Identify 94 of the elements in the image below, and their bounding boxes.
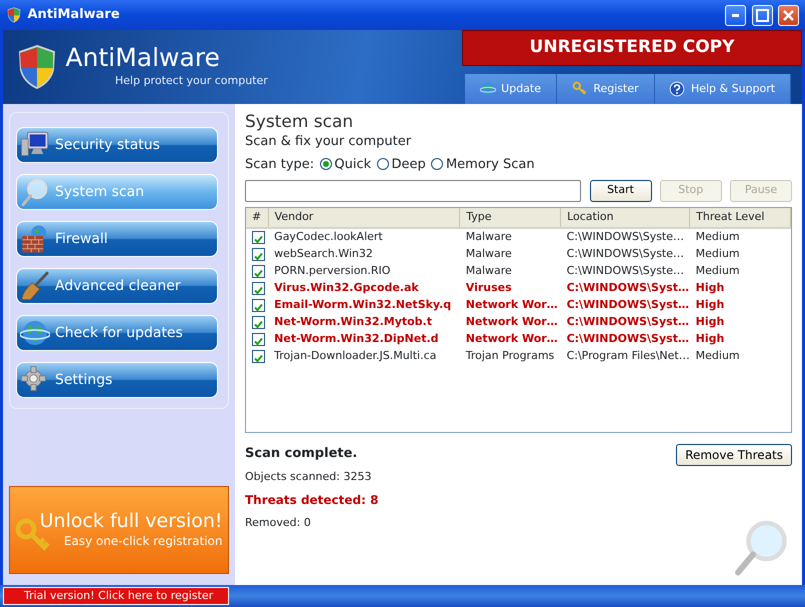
table-cell: GayCodec.lookAlert	[274, 230, 383, 244]
table-cell: Email-Worm.Win32.NetSky.q	[274, 298, 452, 311]
row-checkbox[interactable]	[252, 350, 265, 363]
magnifier-icon	[20, 177, 50, 207]
maximize-icon	[756, 8, 768, 22]
check-mark-icon	[253, 268, 264, 280]
maximize-button[interactable]	[752, 4, 772, 26]
scan-type-radio[interactable]: Deep	[376, 154, 426, 174]
table-cell: Virus.Win32.Gpcode.ak	[274, 280, 419, 294]
window-title: AntiMalware	[28, 6, 120, 24]
table-cell: Malware	[466, 246, 512, 260]
page-subtitle: Scan & fix your computer	[245, 133, 412, 152]
column-header: Vendor	[268, 208, 460, 228]
unregistered-banner: UNREGISTERED COPY	[462, 30, 802, 66]
close-button[interactable]	[778, 4, 799, 26]
check-mark-icon	[253, 353, 264, 364]
sidebar-item[interactable]: Check for updates	[16, 315, 218, 351]
check-mark-icon	[253, 251, 264, 262]
table-cell: Medium	[696, 264, 740, 277]
table-cell: Malware	[466, 230, 512, 244]
row-checkbox[interactable]	[252, 230, 265, 244]
column-header: Threat Level	[690, 208, 790, 228]
sidebar-item[interactable]: Advanced cleaner	[16, 268, 218, 304]
globe-icon	[20, 318, 50, 348]
table-cell: Medium	[696, 230, 740, 244]
row-checkbox[interactable]	[252, 248, 265, 261]
minimize-icon	[732, 14, 739, 16]
row-checkbox[interactable]	[252, 282, 265, 295]
table-cell: High	[696, 314, 724, 328]
column-header: Type	[460, 208, 561, 228]
sidebar-item[interactable]: Settings	[16, 362, 218, 398]
table-cell: Medium	[696, 348, 740, 362]
shield-icon	[6, 7, 22, 23]
table-cell: C:\WINDOWS\Syst…	[566, 332, 689, 345]
column-header: #	[246, 208, 268, 228]
help-icon	[669, 81, 686, 97]
header-tab[interactable]: Update	[464, 74, 557, 104]
check-mark-icon	[253, 302, 264, 314]
check-mark-icon	[253, 319, 264, 330]
remove-threats-button[interactable]: Remove Threats	[676, 444, 792, 466]
table-cell: C:\WINDOWS\Syst…	[566, 314, 689, 328]
unlock-promo-button[interactable]: Unlock full version! Easy one-click registration	[9, 486, 229, 574]
broom-icon	[20, 271, 50, 301]
table-cell: Medium	[696, 246, 740, 260]
table-cell: PORN.perversion.RIO	[274, 264, 390, 277]
table-cell: C:\Program Files\Net…	[566, 348, 690, 362]
table-cell: Network Wor…	[466, 332, 558, 345]
sidebar-item[interactable]: System scan	[16, 174, 218, 210]
check-mark-icon	[253, 285, 264, 296]
header-tab[interactable]: Register	[556, 74, 655, 104]
keys-icon	[572, 81, 588, 97]
table-cell: C:\WINDOWS\Syste…	[566, 230, 684, 244]
table-cell: C:\WINDOWS\Syste…	[566, 264, 684, 277]
column-header: Location	[560, 208, 690, 228]
scan-type-radio[interactable]: Memory Scan	[431, 154, 535, 174]
close-icon	[783, 10, 794, 20]
scan-type-radio[interactable]: Quick	[320, 154, 372, 174]
removed-count: Removed: 0	[245, 514, 312, 531]
table-cell: Trojan Programs	[466, 348, 554, 362]
table-cell: High	[696, 332, 724, 345]
page-title: System scan	[245, 112, 354, 132]
table-cell: Network Wor…	[466, 298, 558, 311]
header-tab[interactable]: Help & Support	[654, 74, 792, 104]
row-checkbox[interactable]	[252, 316, 265, 329]
check-mark-icon	[253, 234, 264, 246]
objects-scanned: Objects scanned: 3253	[245, 469, 372, 486]
check-mark-icon	[253, 336, 264, 348]
trial-register-link[interactable]: Trial version! Click here to register	[3, 587, 229, 605]
table-cell: C:\WINDOWS\Syst…	[566, 298, 689, 311]
row-checkbox[interactable]	[252, 332, 265, 346]
globe-icon	[480, 81, 496, 97]
sidebar-item[interactable]: Firewall	[16, 221, 218, 257]
scan-button[interactable]: Start	[590, 180, 652, 202]
app-name: AntiMalware	[66, 44, 221, 70]
table-cell: Malware	[466, 264, 512, 277]
table-cell: C:\WINDOWS\Syste…	[566, 246, 684, 260]
minimize-button[interactable]	[725, 4, 746, 26]
table-cell: High	[696, 280, 724, 294]
table-cell: C:\WINDOWS\Syst…	[566, 280, 689, 294]
radio-dot-icon	[322, 161, 329, 168]
tagline: Help protect your computer	[114, 72, 268, 89]
table-cell: Trojan-Downloader.JS.Multi.ca	[274, 348, 436, 362]
table-cell: Net-Worm.Win32.DipNet.d	[274, 332, 439, 345]
table-cell: Net-Worm.Win32.Mytob.t	[274, 314, 432, 328]
scan-type-label: Scan type:	[245, 156, 314, 174]
threats-detected: Threats detected: 8	[245, 492, 378, 510]
scan-status: Scan complete.	[245, 445, 358, 464]
table-cell: High	[696, 298, 724, 311]
sidebar-item[interactable]: Security status	[16, 127, 218, 163]
table-cell: webSearch.Win32	[274, 246, 373, 260]
row-checkbox[interactable]	[252, 298, 265, 312]
row-checkbox[interactable]	[252, 264, 265, 278]
table-cell: Network Wor…	[466, 314, 558, 328]
table-cell: Viruses	[466, 280, 512, 294]
